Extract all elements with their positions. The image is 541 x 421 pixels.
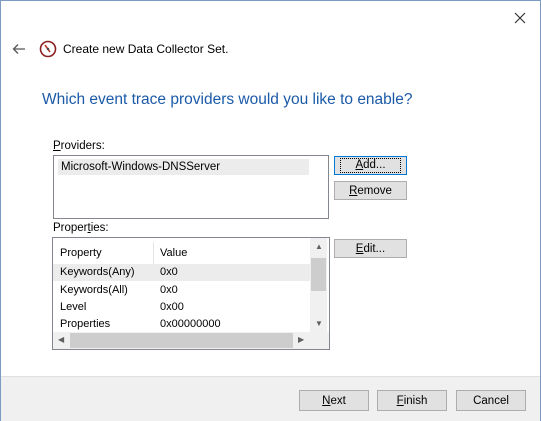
vertical-scroll-thumb[interactable] bbox=[311, 258, 326, 291]
column-header-value[interactable]: Value bbox=[160, 247, 187, 259]
scroll-down-icon[interactable]: ▼ bbox=[315, 319, 323, 328]
finish-button[interactable]: Finish bbox=[377, 390, 447, 411]
back-arrow-icon bbox=[12, 44, 25, 54]
horizontal-scrollbar[interactable]: ◀ ▶ bbox=[53, 332, 310, 349]
column-divider[interactable] bbox=[153, 242, 154, 266]
property-name: Keywords(All) bbox=[60, 284, 128, 296]
column-header-property[interactable]: Property bbox=[60, 247, 102, 259]
vertical-scrollbar[interactable]: ▲ ▼ bbox=[310, 238, 327, 332]
properties-label: Properties: bbox=[53, 222, 109, 234]
wizard-title: Create new Data Collector Set. bbox=[63, 42, 229, 56]
close-button[interactable] bbox=[507, 7, 533, 29]
scroll-up-icon[interactable]: ▲ bbox=[315, 242, 323, 251]
property-name: Keywords(Any) bbox=[60, 266, 135, 278]
list-item[interactable]: Microsoft-Windows-DNSServer bbox=[58, 159, 309, 175]
scrollbar-corner bbox=[310, 332, 329, 349]
page-question: Which event trace providers would you li… bbox=[42, 91, 413, 108]
providers-label: Providers: bbox=[53, 140, 105, 152]
property-name: Properties bbox=[60, 318, 111, 330]
remove-provider-button[interactable]: Remove bbox=[334, 181, 407, 200]
cancel-button[interactable]: Cancel bbox=[456, 390, 526, 411]
wizard-footer: Next Finish Cancel bbox=[1, 376, 540, 421]
property-name: Level bbox=[60, 301, 87, 313]
add-provider-button[interactable]: Add... bbox=[334, 156, 407, 175]
next-button[interactable]: Next bbox=[299, 390, 369, 411]
providers-list[interactable]: Microsoft-Windows-DNSServer bbox=[53, 155, 329, 219]
properties-list[interactable]: Property Value Keywords(Any) 0x0 Keyword… bbox=[52, 237, 330, 350]
wizard-window: Create new Data Collector Set. Which eve… bbox=[0, 0, 541, 421]
back-button[interactable] bbox=[9, 39, 29, 59]
table-row[interactable]: Level 0x00 bbox=[53, 299, 310, 316]
property-value: 0x0 bbox=[160, 266, 178, 278]
scroll-right-icon[interactable]: ▶ bbox=[298, 335, 304, 344]
table-row[interactable]: Keywords(Any) 0x0 bbox=[53, 264, 310, 281]
close-icon bbox=[514, 12, 526, 24]
data-collector-set-icon bbox=[39, 40, 57, 58]
table-row[interactable]: Keywords(All) 0x0 bbox=[53, 282, 310, 299]
table-row[interactable]: Properties 0x00000000 bbox=[53, 316, 310, 333]
property-value: 0x0 bbox=[160, 284, 178, 296]
property-value: 0x00 bbox=[160, 301, 184, 313]
horizontal-scroll-thumb[interactable] bbox=[70, 333, 293, 348]
edit-property-button[interactable]: Edit... bbox=[334, 239, 407, 258]
scroll-left-icon[interactable]: ◀ bbox=[58, 335, 64, 344]
property-value: 0x00000000 bbox=[160, 318, 221, 330]
